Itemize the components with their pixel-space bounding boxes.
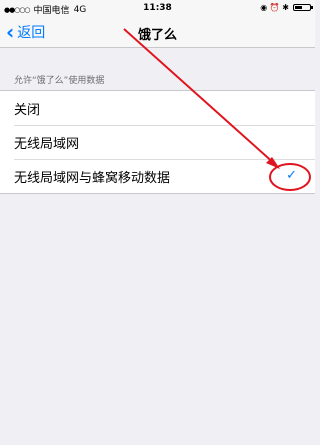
battery-icon [293,4,313,11]
data-usage-options-list: 关闭 无线局域网 无线局域网与蜂窝移动数据 ✓ [0,90,315,194]
option-off[interactable]: 关闭 [0,91,315,125]
status-bar: ●●○○○ 中国电信 4G 11:38 ◉ ⏰ ✱ [0,0,315,16]
section-header: 允许“饿了么”使用数据 [14,76,105,86]
option-label: 无线局域网 [14,136,80,152]
option-label: 关闭 [14,102,41,118]
page-title: 饿了么 [137,28,177,43]
annotation-overlay [123,28,311,191]
status-icons: ◉ ⏰ ✱ [260,3,289,12]
option-wlan[interactable]: 无线局域网 [0,125,315,159]
option-wlan-and-cellular[interactable]: 无线局域网与蜂窝移动数据 ✓ [0,159,315,193]
option-label: 无线局域网与蜂窝移动数据 [14,170,171,186]
checkmark-icon: ✓ [286,168,297,183]
status-right: ◉ ⏰ ✱ [260,3,313,12]
navigation-bar: ‹ 返回 饿了么 [0,16,315,48]
